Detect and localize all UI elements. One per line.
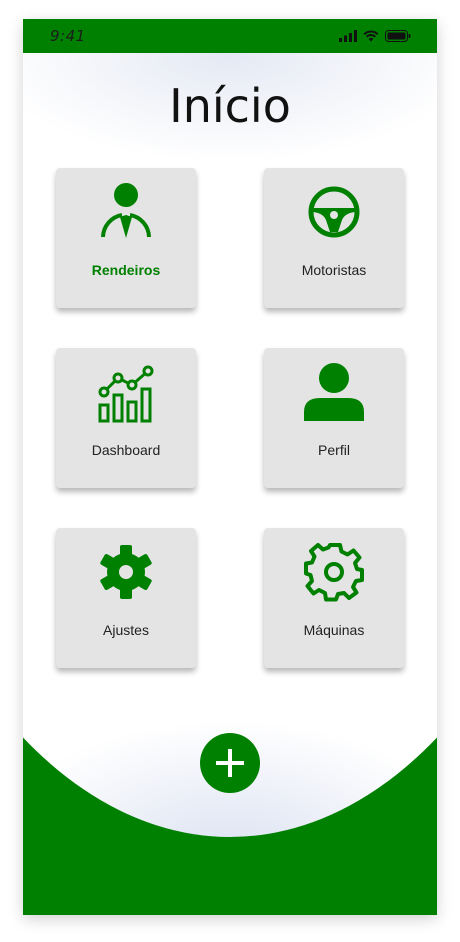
phone-screen: 9:41 Início Rendeiros Motoristas Dashboa… bbox=[23, 19, 437, 915]
status-bar: 9:41 bbox=[23, 19, 437, 53]
page-title: Início bbox=[169, 79, 291, 133]
signal-icon bbox=[339, 30, 357, 42]
plus-icon bbox=[216, 749, 244, 777]
chart-icon bbox=[98, 365, 154, 423]
menu-card-label: Rendeiros bbox=[91, 262, 161, 278]
menu-card-dashboard[interactable]: Dashboard bbox=[56, 348, 196, 488]
farmer-icon bbox=[101, 183, 151, 238]
status-icons bbox=[339, 30, 411, 42]
gear-outline-icon bbox=[304, 543, 364, 602]
battery-icon bbox=[385, 30, 411, 42]
status-time: 9:41 bbox=[50, 27, 86, 45]
menu-card-label: Máquinas bbox=[303, 622, 365, 638]
menu-card-motoristas[interactable]: Motoristas bbox=[264, 168, 404, 308]
menu-card-maquinas[interactable]: Máquinas bbox=[264, 528, 404, 668]
menu-card-ajustes[interactable]: Ajustes bbox=[56, 528, 196, 668]
menu-card-rendeiros[interactable]: Rendeiros bbox=[56, 168, 196, 308]
menu-card-perfil[interactable]: Perfil bbox=[264, 348, 404, 488]
steering-wheel-icon bbox=[308, 186, 360, 238]
menu-card-label: Perfil bbox=[318, 442, 350, 458]
menu-card-label: Motoristas bbox=[301, 262, 367, 278]
add-button[interactable] bbox=[200, 733, 260, 793]
user-icon bbox=[304, 363, 364, 421]
menu-card-label: Dashboard bbox=[91, 442, 161, 458]
menu-card-label: Ajustes bbox=[103, 622, 149, 638]
wifi-icon bbox=[363, 30, 379, 42]
gear-filled-icon bbox=[100, 545, 152, 599]
